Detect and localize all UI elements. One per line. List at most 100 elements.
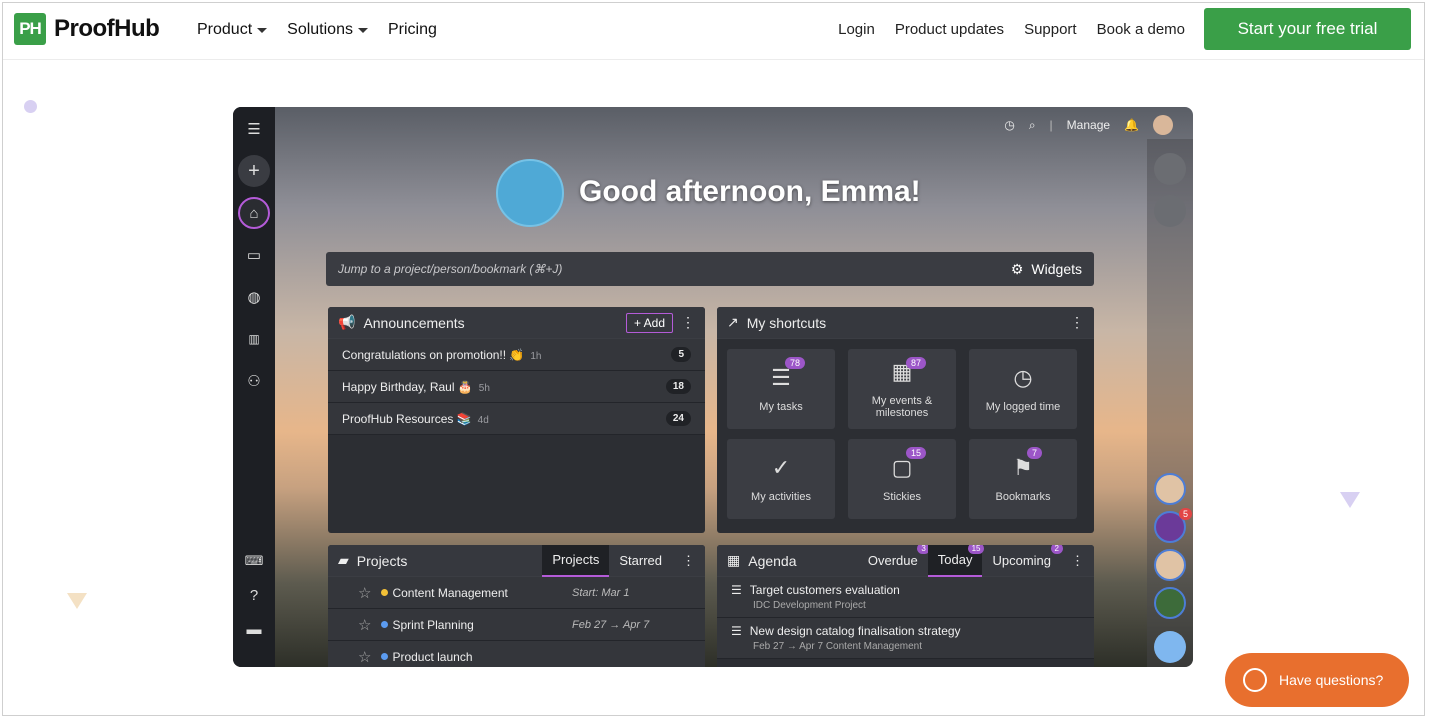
project-name: Product launch [392,649,473,664]
comment-count: 24 [665,411,691,426]
shortcut-label: Stickies [883,491,921,503]
support-link[interactable]: Support [1024,21,1077,38]
tab-today[interactable]: Today 15 [927,545,985,577]
help-icon[interactable]: ? [238,579,270,611]
project-row[interactable]: ☆ Sprint Planning Feb 27 → Apr 7 [328,609,705,641]
product-updates-link[interactable]: Product updates [895,21,1004,38]
shortcut-label: My activities [751,491,811,503]
shortcut-tile[interactable]: ▢ 15 Stickies [848,439,956,519]
projects-panel: ▰ Projects Projects Starred ⋮ ☆ Content M… [328,545,705,667]
announcement-age: 1h [530,350,542,362]
divider: | [1049,118,1053,132]
project-date: Start: Mar 1 [572,586,630,599]
shortcut-label: My events & milestones [871,395,933,419]
start-trial-button[interactable]: Start your free trial [1204,8,1411,50]
tab-overdue[interactable]: Overdue 3 [858,545,930,577]
avatar[interactable] [1153,115,1173,135]
more-icon[interactable]: ⋮ [681,314,695,331]
task-list-icon: ☰ [731,624,742,638]
widgets-button[interactable]: ⚙ Widgets [1011,261,1082,278]
panel-title: Projects [356,552,408,569]
avatar[interactable] [1154,549,1186,581]
tab-upcoming[interactable]: Upcoming 2 [982,545,1063,577]
solutions-menu[interactable]: Solutions [287,21,368,39]
shortcut-label: My tasks [759,401,803,413]
agenda-title: New design catalog finalisation strategy [749,624,961,638]
jump-search-input[interactable]: Jump to a project/person/bookmark (⌘+J) … [326,252,1094,286]
home-icon[interactable]: ⌂ [238,197,270,229]
project-list: ☆ Content Management Start: Mar 1 ☆ Spri… [328,577,705,667]
avatar[interactable] [1154,473,1186,505]
globe-icon[interactable]: ◍ [238,281,270,313]
chat-icon[interactable] [1154,631,1186,663]
announcement-age: 4d [477,414,489,426]
project-row[interactable]: ☆ Content Management Start: Mar 1 [328,577,705,609]
logo[interactable]: PH ProofHub [14,13,160,45]
greeting: Good afternoon, Emma! [579,175,921,208]
more-icon[interactable]: ⋮ [1061,545,1094,577]
announcement-age: 5h [478,382,490,394]
login-link[interactable]: Login [838,21,875,38]
jump-placeholder: Jump to a project/person/bookmark (⌘+J) [338,262,563,276]
decor-bar [593,715,833,716]
add-announcement-button[interactable]: + Add [625,312,673,333]
panel-header: 📢 Announcements + Add ⋮ [328,307,705,339]
count-badge: 7 [1027,447,1043,459]
timer-icon[interactable]: ◷ [1004,118,1014,132]
solutions-label: Solutions [287,21,353,38]
announcement-row[interactable]: ProofHub Resources 📚 4d 24 [328,403,705,435]
star-icon[interactable]: ☆ [358,584,371,602]
star-icon[interactable]: ☆ [358,648,371,666]
project-date: Feb 27 → Apr 7 [572,618,650,631]
avatar[interactable] [1154,587,1186,619]
chat-label: Have questions? [1279,672,1384,688]
shortcut-tile[interactable]: ☰ 78 My tasks [727,349,835,429]
hamburger-icon[interactable]: ☰ [238,113,270,145]
agenda-row[interactable]: ☰ New design catalog finalisation strateg… [717,618,1094,659]
project-row[interactable]: ☆ Product launch [328,641,705,667]
announcement-row[interactable]: Congratulations on promotion!! 👏 1h 5 [328,339,705,371]
check-icon: ✓ [771,455,791,480]
announcement-list: Congratulations on promotion!! 👏 1h 5 Hap… [328,339,705,435]
tab-label: Today [937,552,973,567]
keyboard-icon[interactable]: ⌨ [238,545,270,577]
shortcut-tile[interactable]: ▦ 87 My events & milestones [848,349,956,429]
product-menu[interactable]: Product [197,21,268,39]
tab-projects[interactable]: Projects [542,545,610,577]
announcement-text: Happy Birthday, Raul 🎂 [342,379,473,394]
agenda-row[interactable]: ☰ Target customers evaluation IDC Develop… [717,577,1094,618]
avatar [496,159,564,227]
clock-icon: ◷ [1013,365,1033,390]
more-icon[interactable]: ⋮ [1070,314,1084,331]
book-demo-link[interactable]: Book a demo [1097,21,1185,38]
shortcut-label: My logged time [985,401,1061,413]
manage-menu[interactable]: Manage [1067,118,1110,132]
folder-icon[interactable]: ▭ [238,239,270,271]
bell-icon[interactable]: 🔔 [1124,118,1139,132]
tab-starred[interactable]: Starred [609,545,672,577]
app-sidebar: ☰ + ⌂ ▭ ◍ ▥ ⚇ ⌨ ? ▬ [233,107,275,667]
widgets-label: Widgets [1031,261,1082,277]
people-icon[interactable]: ⚇ [238,365,270,397]
shortcut-tile[interactable]: ◷ My logged time [969,349,1077,429]
project-name: Content Management [392,585,508,600]
comment-count: 18 [665,379,691,394]
announcement-row[interactable]: Happy Birthday, Raul 🎂 5h 18 [328,371,705,403]
sticky-note-icon[interactable] [1154,153,1186,185]
chart-icon[interactable]: ▥ [238,323,270,355]
share-icon: ↗ [727,314,739,330]
message-icon[interactable]: ▬ [238,613,270,645]
sticky-note-icon: ▢ [891,455,913,480]
plus-icon[interactable]: + [238,155,270,187]
more-icon[interactable]: ⋮ [672,545,705,577]
chat-bubble-icon [1243,668,1267,692]
panel-title: Agenda [748,552,797,569]
chat-widget-button[interactable]: Have questions? [1225,653,1409,707]
shortcut-tile[interactable]: ⚑ 7 Bookmarks [969,439,1077,519]
star-icon[interactable]: ☆ [358,616,371,634]
shortcut-tile[interactable]: ✓ My activities [727,439,835,519]
chat-bubble-icon[interactable] [1154,195,1186,227]
pricing-link[interactable]: Pricing [388,21,437,39]
search-icon[interactable]: ⌕ [1029,118,1036,133]
project-name: Sprint Planning [392,617,474,632]
